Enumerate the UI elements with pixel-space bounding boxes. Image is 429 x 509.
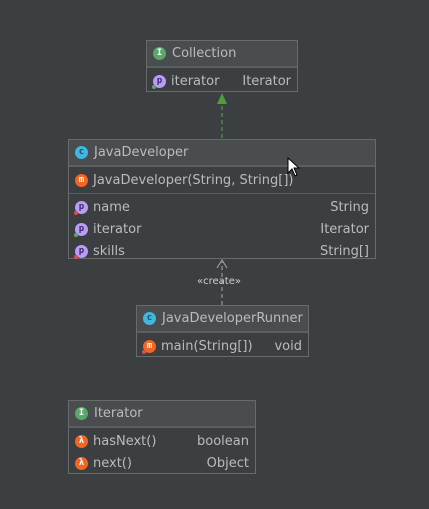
member-type: String[] xyxy=(320,243,369,259)
member-row[interactable]: p name String xyxy=(69,196,375,218)
member-name: JavaDeveloper(String, String[]) xyxy=(93,172,294,188)
member-type: Iterator xyxy=(320,221,369,237)
java-developer-title: JavaDeveloper xyxy=(94,145,189,160)
member-row[interactable]: λ hasNext() boolean xyxy=(69,430,255,452)
mouse-cursor-icon xyxy=(287,157,301,177)
iterator-title: Iterator xyxy=(94,406,143,421)
member-name: iterator xyxy=(93,221,142,237)
property-icon: p xyxy=(152,74,166,89)
member-name: main(String[]) xyxy=(161,338,253,354)
implements-arrowhead xyxy=(217,93,227,104)
java-developer-runner-header[interactable]: c JavaDeveloperRunner xyxy=(137,306,308,332)
create-edge-label: «create» xyxy=(197,276,241,287)
java-developer-header[interactable]: c JavaDeveloper xyxy=(69,140,375,166)
java-developer-node[interactable]: c JavaDeveloper m JavaDeveloper(String, … xyxy=(68,139,376,259)
member-type: Iterator xyxy=(242,73,291,89)
property-icon: p xyxy=(74,222,88,237)
member-name: name xyxy=(93,199,130,215)
member-row[interactable]: λ next() Object xyxy=(69,452,255,474)
java-developer-runner-title: JavaDeveloperRunner xyxy=(162,311,303,326)
interface-icon: I xyxy=(153,47,166,60)
member-type: boolean xyxy=(197,433,249,449)
member-row[interactable]: m main(String[]) void xyxy=(137,335,308,357)
lambda-method-icon: λ xyxy=(75,434,88,448)
property-icon: p xyxy=(74,200,88,215)
class-icon: c xyxy=(143,312,156,325)
member-type: void xyxy=(274,338,302,354)
member-name: iterator xyxy=(171,73,220,89)
iterator-node[interactable]: I Iterator λ hasNext() boolean λ next() … xyxy=(68,400,256,474)
interface-icon: I xyxy=(75,407,88,420)
method-icon: m xyxy=(142,339,156,354)
member-type: Object xyxy=(206,455,249,471)
member-row[interactable]: p iterator Iterator xyxy=(147,70,297,92)
member-name: next() xyxy=(93,455,132,471)
collection-title: Collection xyxy=(172,46,237,61)
method-icon: m xyxy=(75,173,88,187)
collection-header[interactable]: I Collection xyxy=(147,41,297,67)
java-developer-runner-node[interactable]: c JavaDeveloperRunner m main(String[]) v… xyxy=(136,305,309,357)
constructor-row[interactable]: m JavaDeveloper(String, String[]) xyxy=(69,169,375,191)
member-name: hasNext() xyxy=(93,433,157,449)
collection-node[interactable]: I Collection p iterator Iterator xyxy=(146,40,298,92)
member-row[interactable]: p iterator Iterator xyxy=(69,218,375,240)
member-row[interactable]: p skills String[] xyxy=(69,240,375,262)
class-icon: c xyxy=(75,146,88,159)
member-name: skills xyxy=(93,243,125,259)
property-icon: p xyxy=(74,244,88,259)
lambda-method-icon: λ xyxy=(75,456,88,470)
iterator-header[interactable]: I Iterator xyxy=(69,401,255,427)
member-type: String xyxy=(330,199,369,215)
